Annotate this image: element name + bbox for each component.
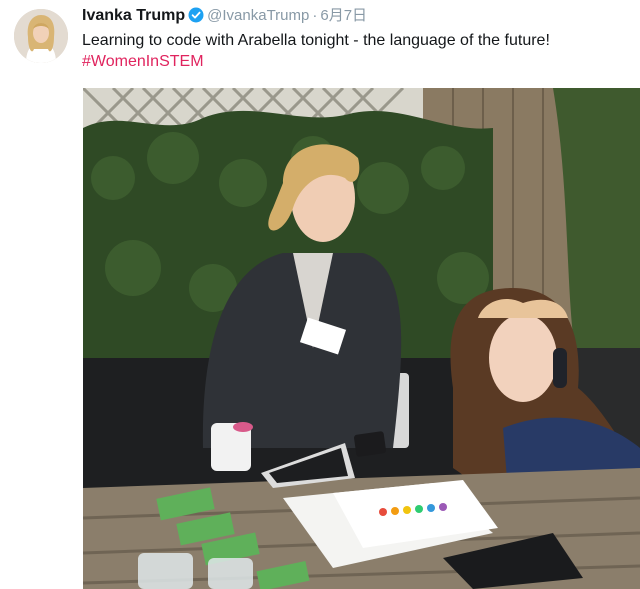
- display-name[interactable]: Ivanka Trump: [82, 7, 185, 24]
- tweet-date[interactable]: 6月7日: [320, 7, 367, 24]
- avatar[interactable]: [14, 9, 68, 63]
- tweet-text: Learning to code with Arabella tonight -…: [82, 32, 550, 49]
- hashtag-link[interactable]: #WomenInSTEM: [82, 51, 204, 73]
- tweet-photo[interactable]: [83, 88, 640, 589]
- user-handle[interactable]: @IvankaTrump: [207, 7, 309, 24]
- verified-badge-icon: [188, 7, 204, 30]
- separator-dot: ·: [312, 7, 318, 24]
- tweet: Ivanka Trump @IvankaTrump · 6月7日 Learning t…: [0, 0, 640, 589]
- tweet-header: Ivanka Trump @IvankaTrump · 6月7日: [82, 5, 367, 30]
